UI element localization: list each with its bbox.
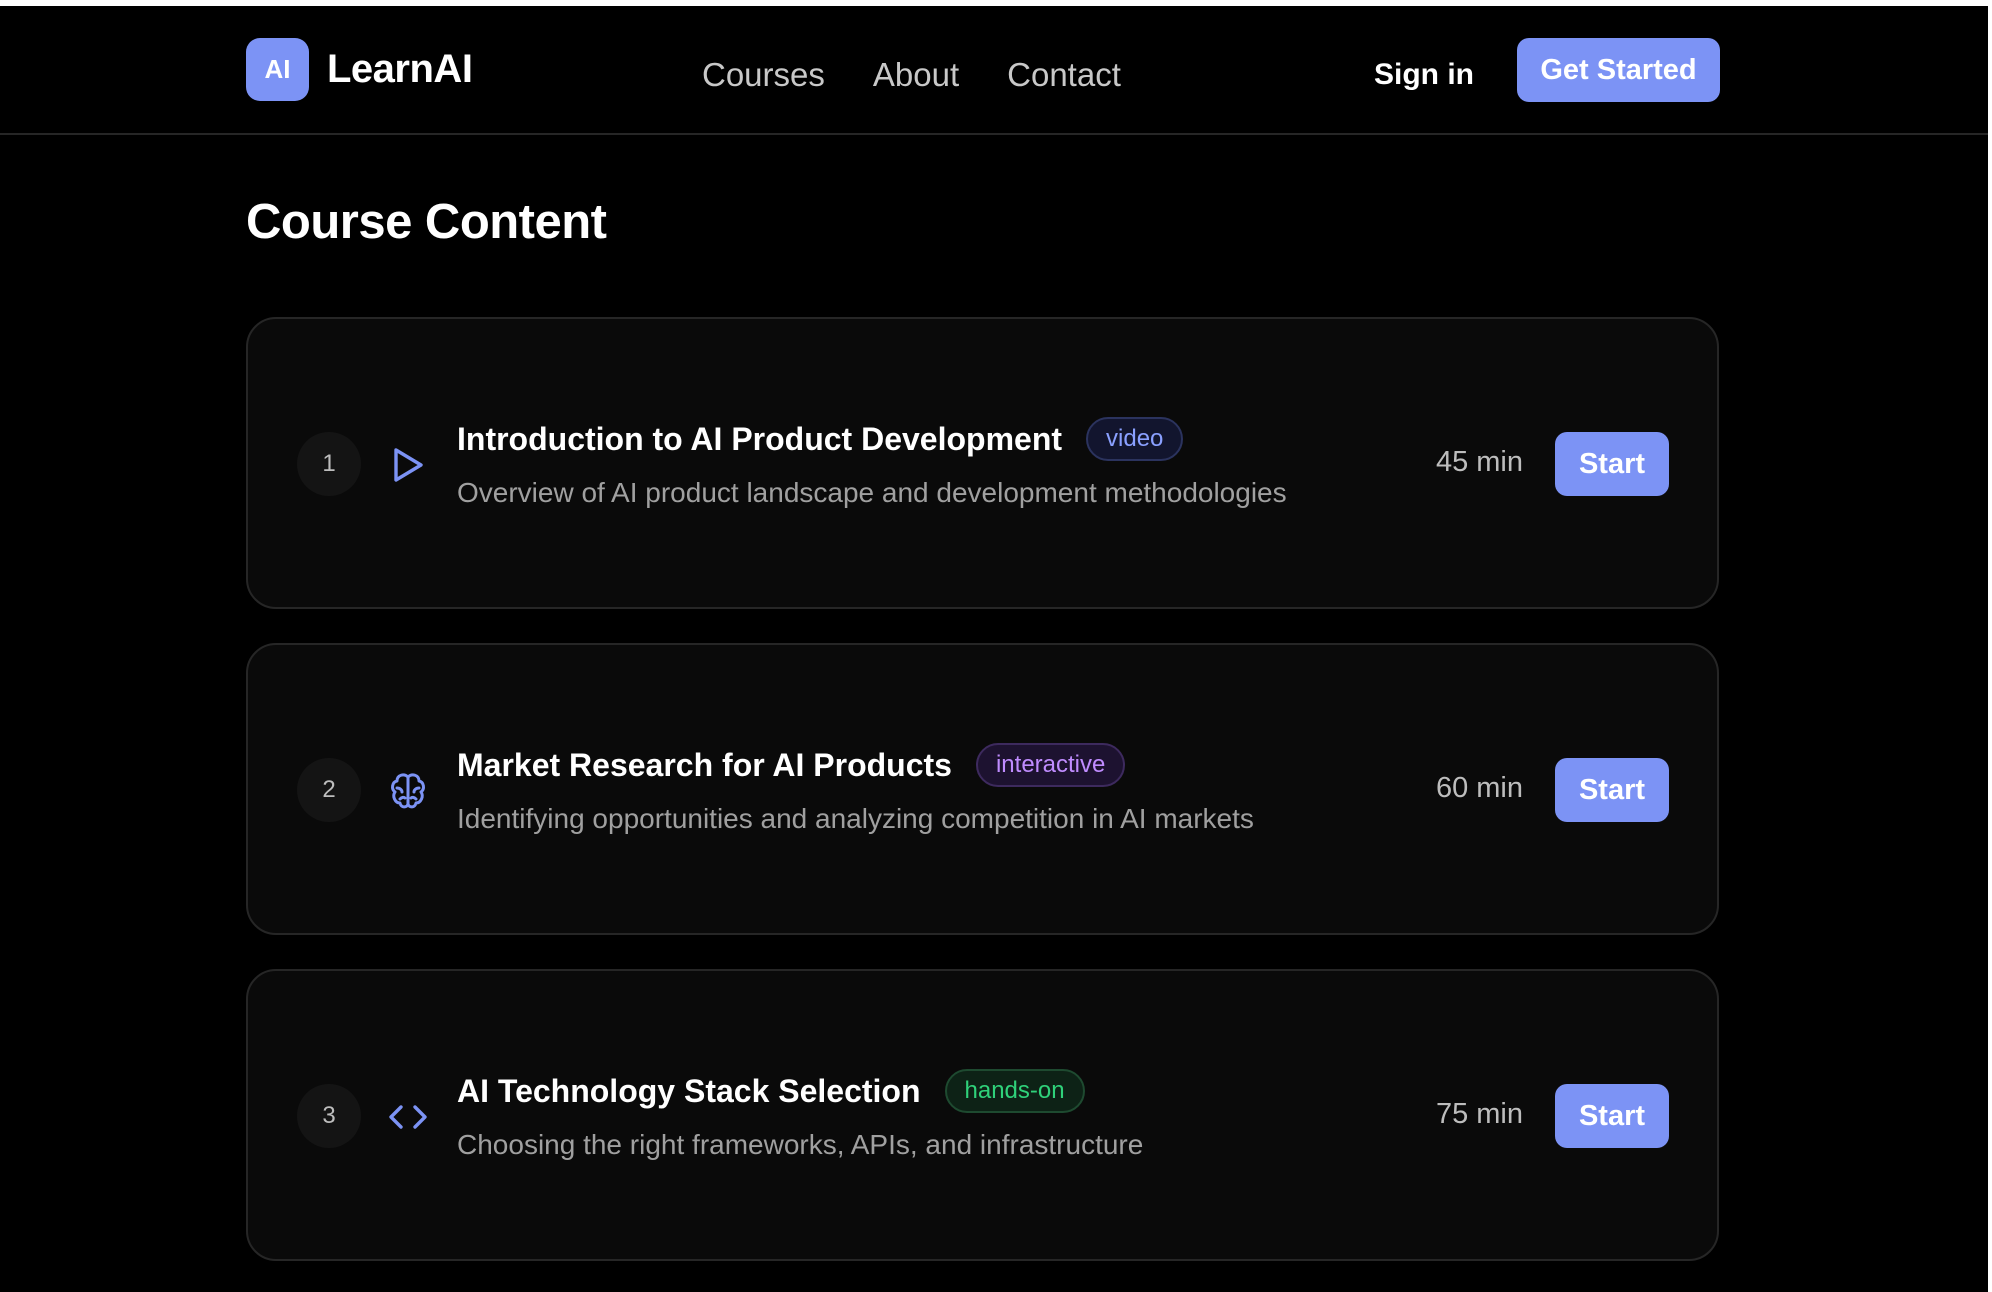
lesson-duration: 45 min (1435, 446, 1523, 478)
lesson-type-badge: hands-on (944, 1069, 1085, 1113)
lesson-description: Choosing the right frameworks, APIs, and… (457, 1129, 1144, 1160)
brain-icon (386, 769, 430, 813)
lesson-card: 3 AI Technology Stack Selection hands-on… (246, 969, 1719, 1261)
sign-in-link[interactable]: Sign in (1374, 58, 1474, 92)
lesson-number: 2 (297, 758, 361, 822)
lesson-number: 1 (297, 432, 361, 496)
nav-about[interactable]: About (873, 56, 959, 94)
lesson-description: Overview of AI product landscape and dev… (457, 477, 1287, 508)
lesson-duration: 75 min (1435, 1098, 1523, 1130)
lesson-text: Introduction to AI Product Development v… (457, 417, 1287, 509)
logo[interactable]: AI LearnAI (246, 38, 473, 101)
nav-contact[interactable]: Contact (1007, 56, 1121, 94)
start-lesson-button[interactable]: Start (1555, 1084, 1669, 1148)
top-navbar: AI LearnAI Courses About Contact Sign in… (0, 6, 1988, 135)
logo-badge: AI (246, 38, 309, 101)
lesson-duration: 60 min (1435, 772, 1523, 804)
logo-text: LearnAI (327, 47, 473, 91)
play-icon (386, 443, 430, 487)
lesson-card: 2 Market Research for AI Products intera… (246, 643, 1719, 935)
code-icon (386, 1095, 430, 1139)
lesson-card: 1 Introduction to AI Product Development… (246, 317, 1719, 609)
main-nav: Courses About Contact (702, 56, 1121, 94)
page-title: Course Content (246, 195, 607, 249)
page: AI LearnAI Courses About Contact Sign in… (0, 0, 1992, 1292)
get-started-button[interactable]: Get Started (1517, 38, 1720, 102)
lesson-text: Market Research for AI Products interact… (457, 743, 1254, 835)
lesson-title: Introduction to AI Product Development (457, 420, 1063, 457)
lesson-title: Market Research for AI Products (457, 746, 952, 783)
lesson-title: AI Technology Stack Selection (457, 1072, 921, 1109)
lesson-description: Identifying opportunities and analyzing … (457, 803, 1254, 834)
browser-viewport: AI LearnAI Courses About Contact Sign in… (0, 0, 1988, 1292)
start-lesson-button[interactable]: Start (1555, 432, 1669, 496)
lesson-type-badge: video (1086, 417, 1184, 461)
nav-courses[interactable]: Courses (702, 56, 825, 94)
lesson-type-badge: interactive (975, 743, 1126, 787)
lesson-text: AI Technology Stack Selection hands-on C… (457, 1069, 1143, 1161)
lesson-number: 3 (297, 1084, 361, 1148)
start-lesson-button[interactable]: Start (1555, 758, 1669, 822)
